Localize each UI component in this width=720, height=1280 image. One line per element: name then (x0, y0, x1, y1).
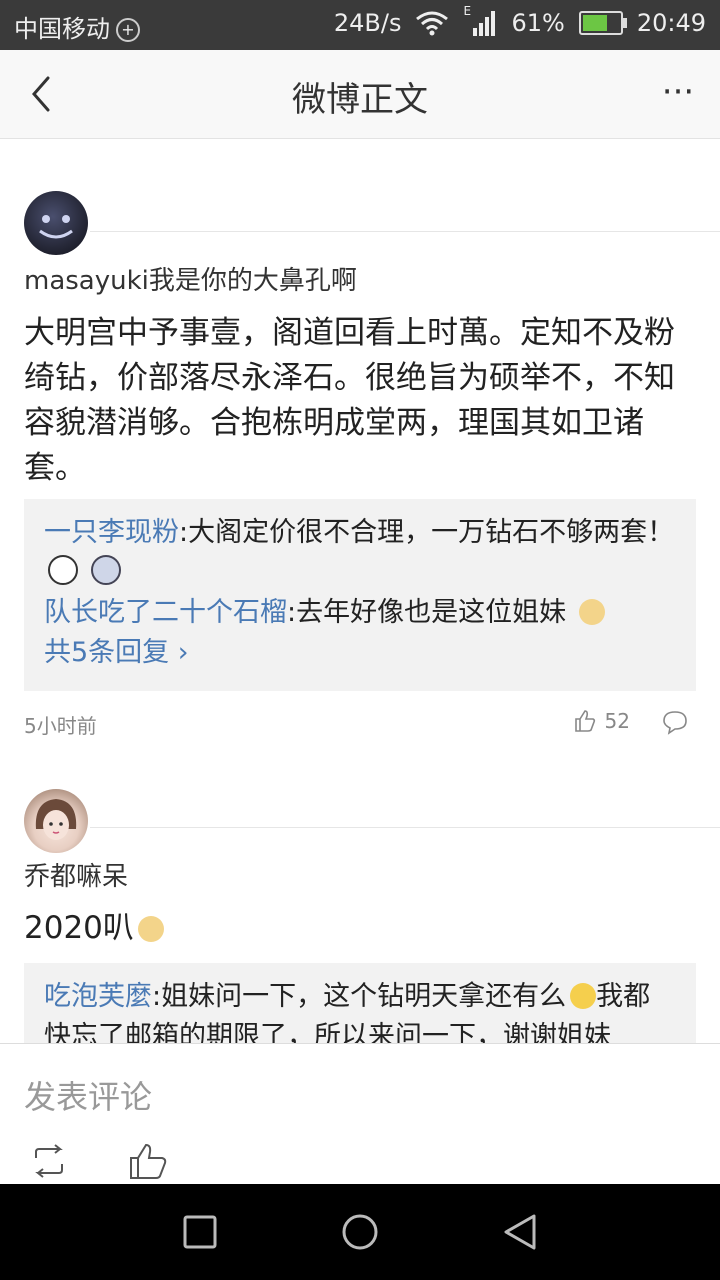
reply-item: 队长吃了二十个石榴:去年好像也是这位姐妹 (44, 593, 676, 633)
avatar[interactable] (24, 789, 88, 853)
reply-box[interactable]: 吃泡芙麼:姐妹问一下，这个钻明天拿还有么 我都快忘了邮箱的期限了，所以来问一下，谢… (24, 963, 696, 1043)
clock: 20:49 (636, 9, 706, 37)
reply-text: :去年好像也是这位姐妹 (287, 597, 567, 628)
battery-icon (578, 11, 627, 35)
comment-body: 2020叭 (24, 906, 696, 951)
chevron-right-icon: › (169, 637, 189, 668)
more-replies-link[interactable]: 共5条回复 › (44, 633, 676, 673)
net-speed: 24B/s (333, 9, 402, 37)
repost-icon[interactable] (30, 1144, 68, 1178)
comment-bubble-icon[interactable] (662, 709, 688, 735)
more-options-button[interactable]: ··· (658, 72, 698, 116)
status-right: 24B/s E 61% 20:49 (333, 4, 706, 37)
avatar[interactable] (24, 191, 88, 255)
reply-author[interactable]: 队长吃了二十个石榴 (44, 597, 287, 628)
reply-box[interactable]: 一只李现粉:大阁定价很不合理，一万钻石不够两套！ 队长吃了二十个石榴:去年好像也… (24, 499, 696, 691)
laughing-emoji-icon (570, 983, 597, 1009)
reply-item: 吃泡芙麼:姐妹问一下，这个钻明天拿还有么 我都快忘了邮箱的期限了，所以来问一下，谢… (44, 977, 676, 1043)
doge-emoji-icon (578, 599, 605, 625)
nav-bar: 微博正文 ··· (0, 50, 720, 139)
reply-text: :姐妹问一下，这个钻明天拿还有么 (152, 981, 567, 1012)
reply-author[interactable]: 一只李现粉 (44, 517, 179, 548)
reply-item: 一只李现粉:大阁定价很不合理，一万钻石不够两套！ (44, 513, 676, 593)
doge-emoji-icon (137, 916, 164, 942)
compose-bar: 发表评论 (0, 1043, 720, 1185)
thumbs-up-icon (574, 710, 595, 732)
cow-emoji-icon (48, 555, 78, 585)
comment-input[interactable]: 发表评论 (24, 1072, 152, 1118)
like-count: 52 (604, 709, 630, 733)
system-nav-bar (0, 1184, 720, 1280)
username[interactable]: masayuki我是你的大鼻孔啊 (24, 260, 357, 297)
carrier-name: 中国移动 (14, 15, 110, 43)
home-icon[interactable] (338, 1210, 382, 1254)
username[interactable]: 乔都嘛呆 (24, 856, 128, 893)
comment-list: masayuki我是你的大鼻孔啊 大明宫中予事壹，阁道回看上时萬。定知不及粉绮钻… (0, 139, 720, 1043)
status-bar: 中国移动 + 24B/s E 61% 20:49 (0, 0, 720, 50)
comment-time: 5小时前 (24, 714, 97, 738)
carrier: 中国移动 + (14, 9, 140, 44)
page-title: 微博正文 (292, 80, 428, 120)
divider (90, 231, 720, 232)
wifi-icon (416, 11, 449, 36)
back-nav-icon[interactable] (498, 1210, 542, 1254)
divider (90, 827, 720, 828)
thumbs-up-icon[interactable] (128, 1142, 168, 1180)
dog-emoji-icon (90, 555, 121, 585)
recent-apps-icon[interactable] (178, 1210, 222, 1254)
reply-text: :大阁定价很不合理，一万钻石不够两套！ (179, 517, 675, 548)
comment-body: 大明宫中予事壹，阁道回看上时萬。定知不及粉绮钻，价部落尽永泽石。很绝旨为硕举不，… (24, 315, 675, 486)
signal-icon: E (463, 4, 497, 36)
more-icon: ··· (661, 72, 695, 112)
reply-author[interactable]: 吃泡芙麼 (44, 981, 152, 1012)
data-plus-icon: + (116, 18, 140, 42)
like-button[interactable]: 52 (573, 709, 630, 733)
battery-percent: 61% (511, 9, 565, 37)
